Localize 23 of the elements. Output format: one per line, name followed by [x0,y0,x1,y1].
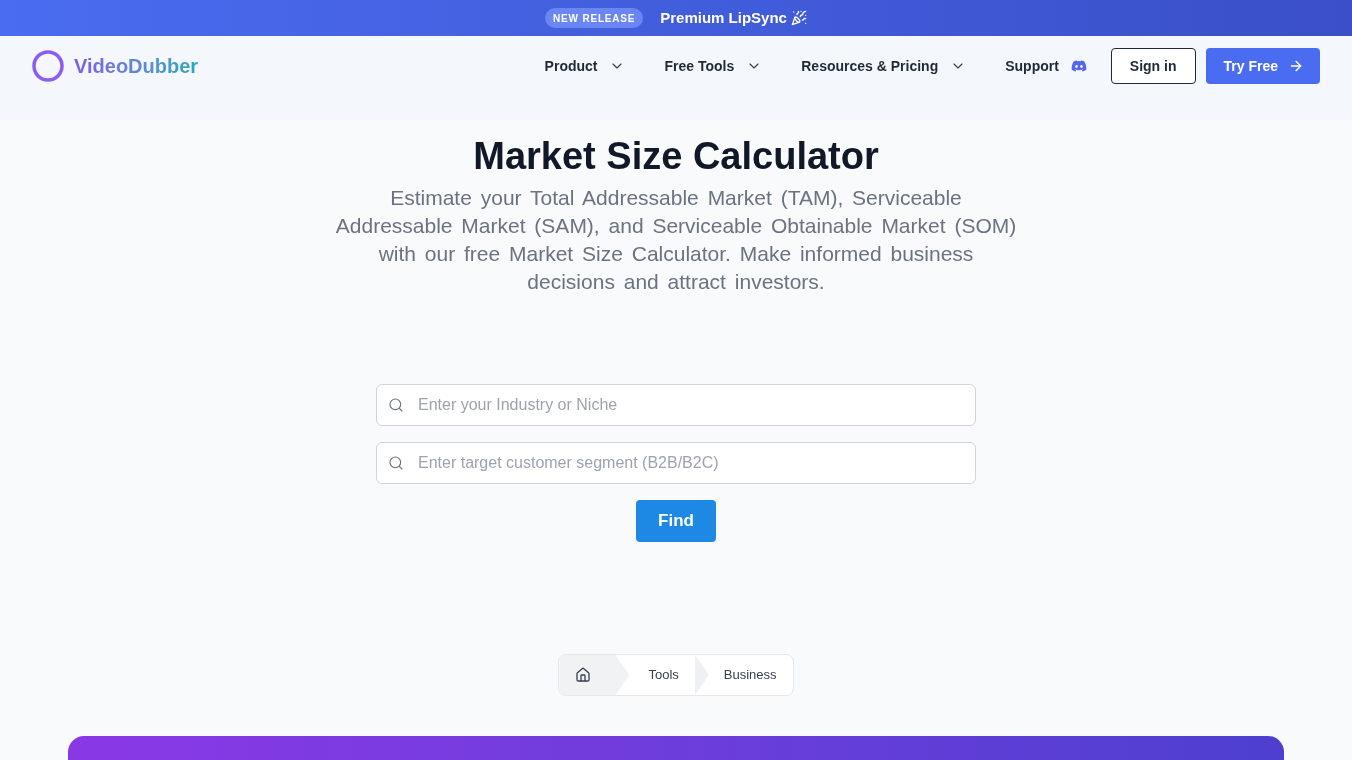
sign-in-button[interactable]: Sign in [1110,48,1196,84]
breadcrumb-link[interactable]: Business [708,665,793,685]
arrow-right-icon [1288,58,1304,74]
new-release-badge: NEW RELEASE [545,8,644,28]
try-free-button[interactable]: Try Free [1205,48,1320,84]
search-field[interactable]: Enter your Industry or Niche [376,384,976,426]
home-icon [575,667,592,683]
find-button[interactable]: Find [636,500,716,542]
announcement-text[interactable]: Premium LipSync [660,6,787,30]
page-title: Market Size Calculator [473,134,879,178]
nav-link[interactable]: Support [1005,55,1059,77]
home-breadcrumb[interactable] [559,655,630,695]
logo-ring-icon [32,50,64,82]
page-subtitle: Estimate your Total Addressable Market (TAM), Serviceable Addressable Market (SAM), and Serviceable Obtainable Market (SOM) with our free Market Size Calculator. Make informed business decisions and attract investors. [334,185,1018,295]
party-popper-icon [790,10,807,26]
search-icon [388,397,404,413]
nav-link[interactable]: Free Tools [664,55,735,77]
nav-link[interactable]: Product [544,55,598,77]
breadcrumb-link[interactable]: Tools [629,665,695,685]
nav-link[interactable]: Resources & Pricing [801,55,939,77]
discord-icon [1070,58,1087,74]
search-field[interactable]: Enter target customer segment (B2B/B2C) [376,442,976,484]
search-icon [388,455,404,471]
